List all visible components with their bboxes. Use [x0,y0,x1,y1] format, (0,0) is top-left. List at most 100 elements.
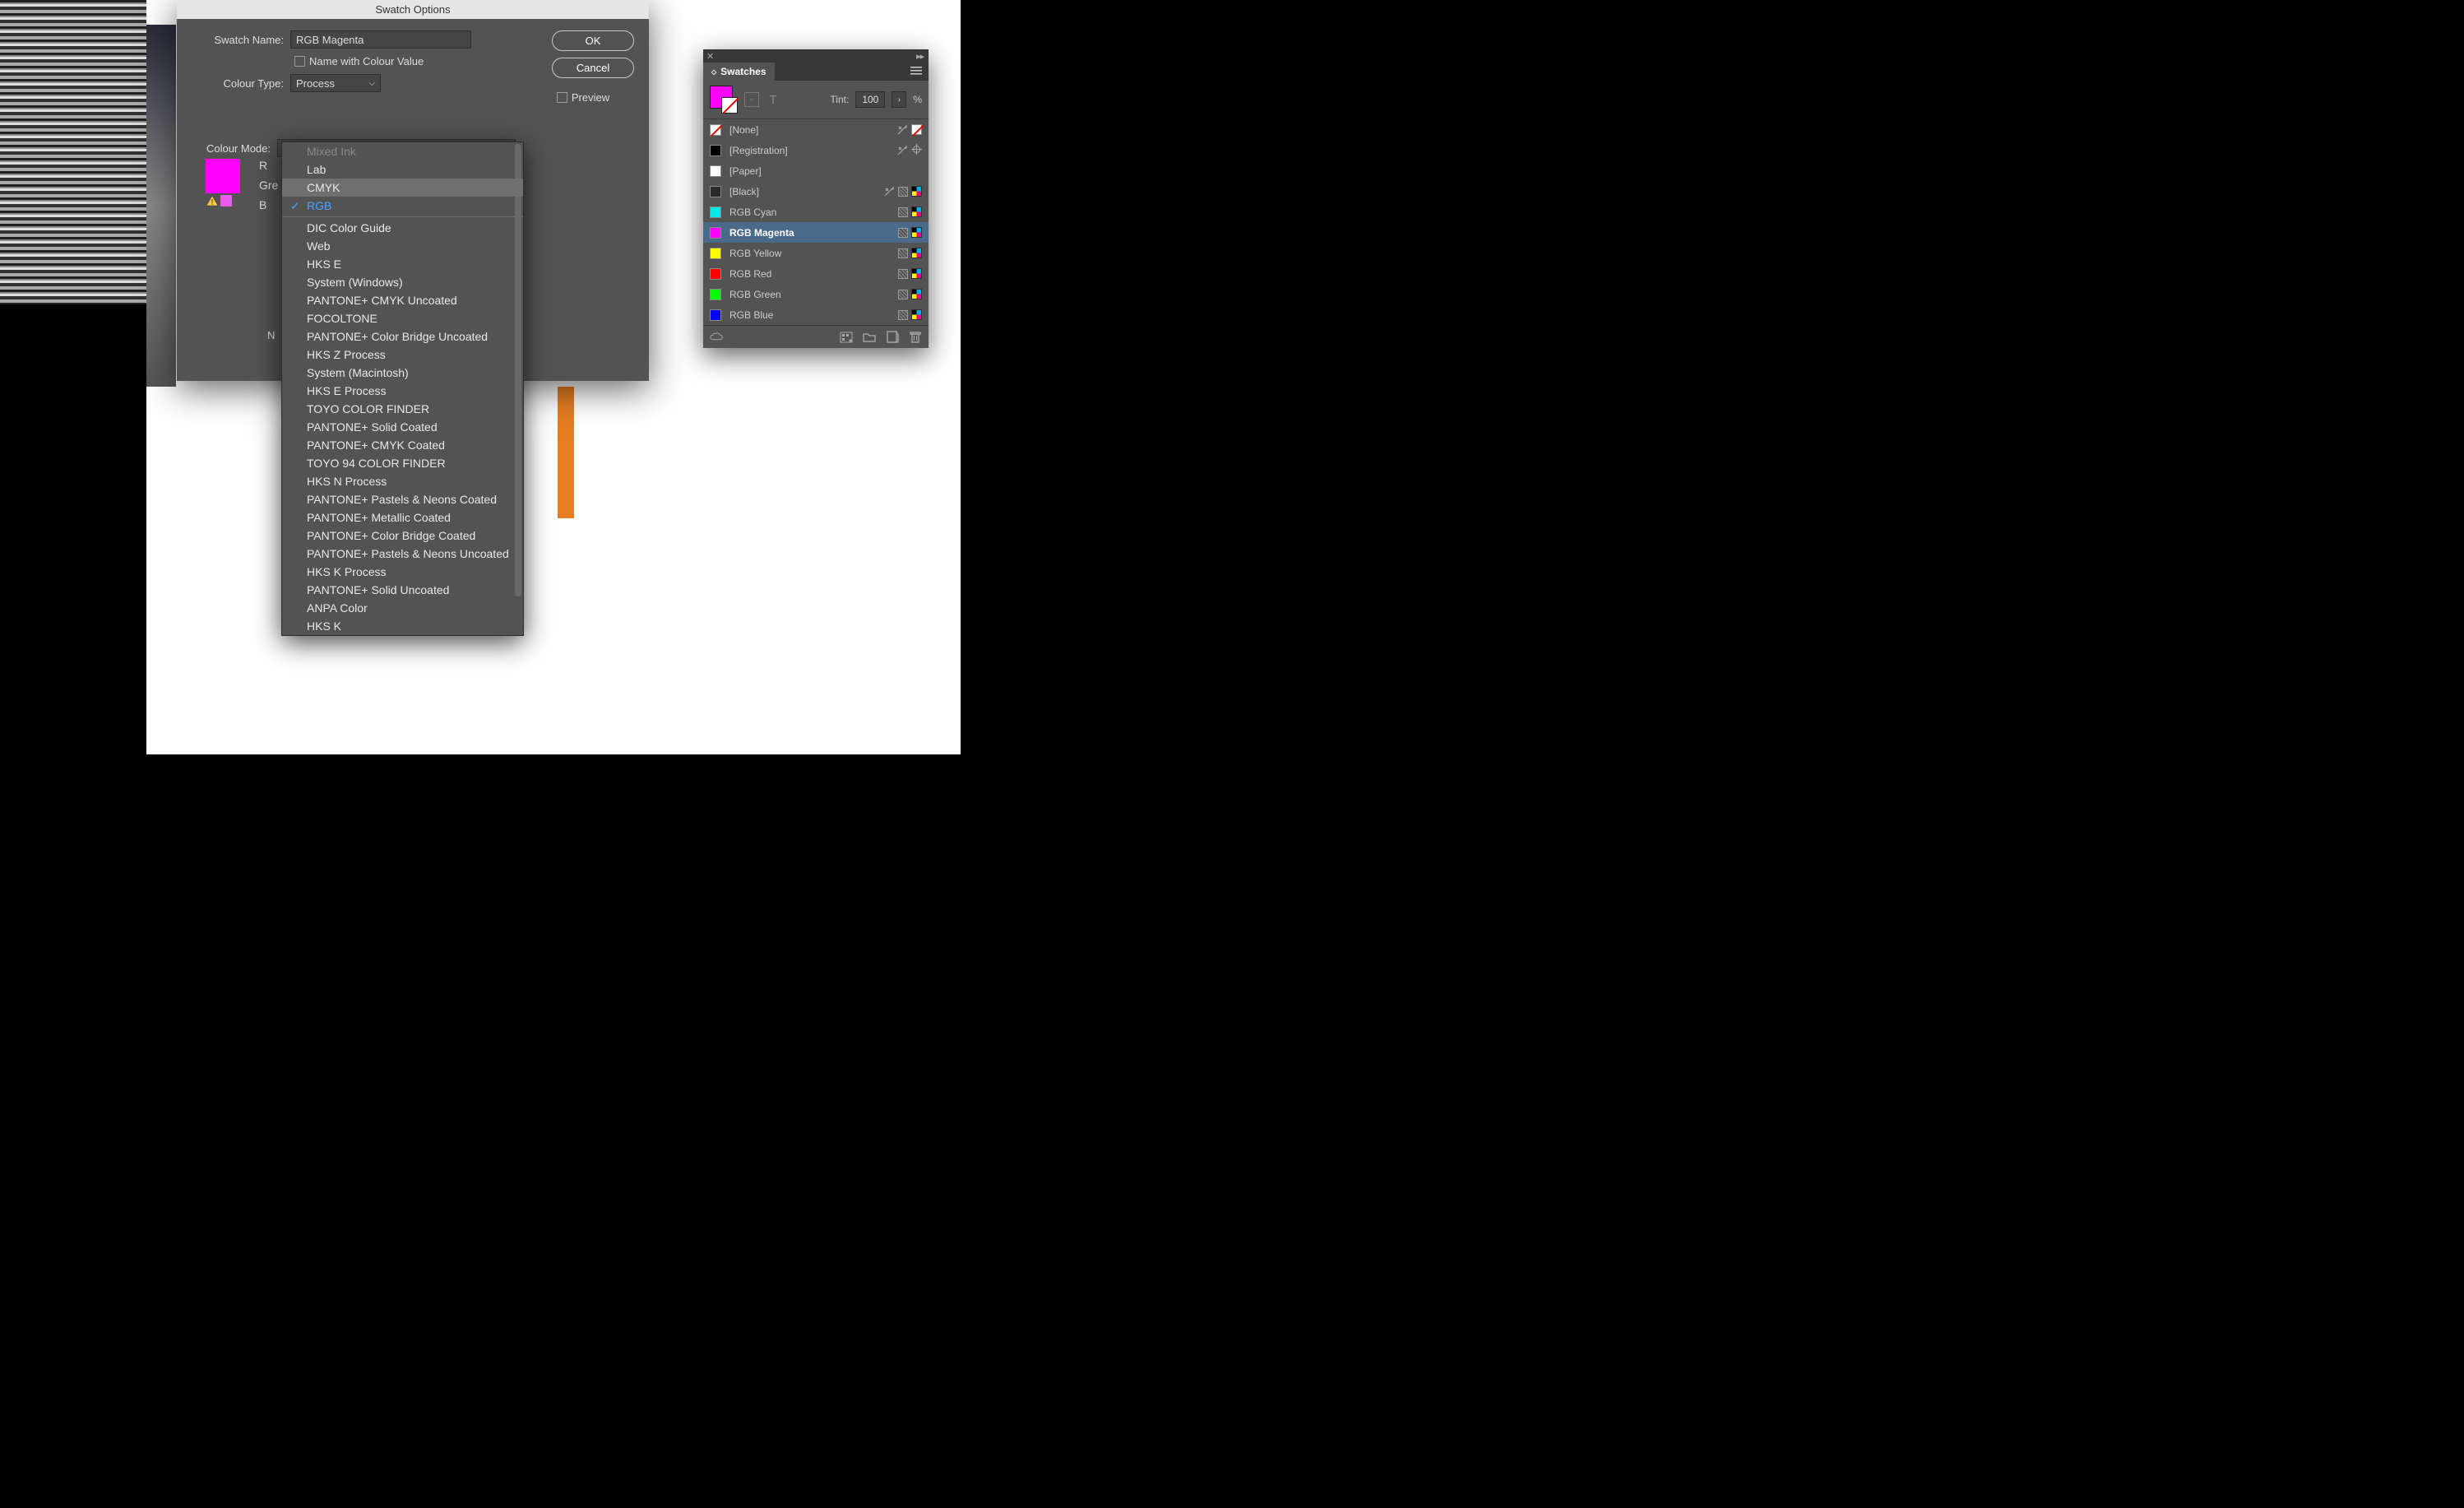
registration-icon [911,144,922,157]
colour-mode-option[interactable]: PANTONE+ CMYK Coated [282,436,523,454]
tint-input[interactable] [855,91,885,108]
swatch-row-yellow[interactable]: RGB Yellow [703,243,929,263]
colour-mode-option[interactable]: PANTONE+ Solid Uncoated [282,581,523,599]
cmyk-mode-icon [911,206,922,217]
colour-mode-option[interactable]: PANTONE+ Color Bridge Coated [282,527,523,545]
swatch-chip [710,165,721,177]
cmyk-mode-icon [911,248,922,258]
swatch-name-label: [Paper] [729,165,922,177]
colour-type-select[interactable]: Process ⌵ [290,74,381,92]
swatch-chip [710,206,721,218]
swatch-name-label: RGB Yellow [729,248,898,259]
tint-stepper[interactable]: › [892,91,906,108]
cc-libraries-icon[interactable] [710,331,723,344]
swatches-tab[interactable]: ◇ Swatches [703,63,775,81]
none-type-icon [911,124,922,135]
cmyk-mode-icon [911,186,922,197]
colour-mode-option[interactable]: HKS N Process [282,472,523,490]
swatch-row-none[interactable]: [None] [703,119,929,140]
swatch-name-label: RGB Green [729,289,898,300]
tint-unit: % [913,94,922,105]
swatch-name-input[interactable] [290,30,471,49]
panel-menu-icon[interactable] [910,66,924,78]
colour-mode-option[interactable]: HKS E [282,255,523,273]
colour-mode-dropdown[interactable]: Mixed InkLabCMYK✓RGBDIC Color GuideWebHK… [281,142,524,636]
truncated-label: N [267,329,275,341]
swatch-row-green[interactable]: RGB Green [703,284,929,304]
cmyk-mode-icon [911,268,922,279]
colour-mode-option[interactable]: ✓RGB [282,197,523,215]
background-artifact [146,25,176,387]
swatch-row-red[interactable]: RGB Red [703,263,929,284]
fill-stroke-swatch[interactable] [710,86,738,114]
colour-mode-label: Colour Mode: [178,142,277,155]
formatting-text-button[interactable]: T [766,92,780,107]
colour-mode-option[interactable]: TOYO COLOR FINDER [282,400,523,418]
swatch-row-magenta[interactable]: RGB Magenta [703,222,929,243]
swatch-row-blue[interactable]: RGB Blue [703,304,929,325]
formatting-container-button[interactable]: ▫ [744,92,759,107]
colour-mode-option[interactable]: HKS K Process [282,563,523,581]
swatch-name-label: [Registration] [729,145,896,156]
colour-mode-option[interactable]: System (Windows) [282,273,523,291]
colour-mode-option: Mixed Ink [282,142,523,160]
swatch-name-label: [None] [729,124,896,136]
delete-swatch-icon[interactable] [909,331,922,344]
swatch-chip [710,186,721,197]
colour-mode-option[interactable]: PANTONE+ Metallic Coated [282,508,523,527]
process-colour-icon [898,310,908,320]
colour-mode-option[interactable]: CMYK [282,179,523,197]
show-options-icon[interactable] [840,331,853,344]
process-colour-icon [898,248,908,258]
check-icon: ✓ [290,199,300,213]
swatch-chip [710,227,721,239]
name-with-colour-checkbox[interactable] [294,56,305,67]
swatch-name-label: [Black] [729,186,883,197]
swatch-row-reg[interactable]: [Registration] [703,140,929,160]
swatch-chip [710,268,721,280]
colour-mode-option[interactable]: PANTONE+ Solid Coated [282,418,523,436]
colour-mode-option[interactable]: PANTONE+ Pastels & Neons Uncoated [282,545,523,563]
swatch-chip [710,145,721,156]
colour-mode-option[interactable]: HKS Z Process [282,346,523,364]
swatch-chip [710,124,721,136]
process-colour-icon [898,207,908,217]
colour-mode-option[interactable]: System (Macintosh) [282,364,523,382]
cancel-button[interactable]: Cancel [552,58,634,78]
swatch-row-black[interactable]: [Black] [703,181,929,202]
swatches-panel: ✕ ▸▸ ◇ Swatches ▫ T Tint: › % [None][Reg… [703,49,929,348]
ok-button[interactable]: OK [552,30,634,51]
preview-checkbox[interactable] [557,92,567,103]
colour-mode-option[interactable]: DIC Color Guide [282,219,523,237]
dialog-title: Swatch Options [177,0,649,19]
colour-mode-option[interactable]: HKS K [282,617,523,635]
process-colour-icon [898,187,908,197]
background-artifact [558,387,574,518]
colour-mode-option[interactable]: ANPA Color [282,599,523,617]
colour-mode-option[interactable]: FOCOLTONE [282,309,523,327]
swatch-row-cyan[interactable]: RGB Cyan [703,202,929,222]
colour-mode-option[interactable]: Web [282,237,523,255]
colour-mode-option[interactable]: PANTONE+ CMYK Uncoated [282,291,523,309]
swatch-row-paper[interactable]: [Paper] [703,160,929,181]
non-editable-icon [883,186,895,197]
new-group-icon[interactable] [863,331,876,344]
new-swatch-icon[interactable] [886,331,899,344]
panel-close-icon[interactable]: ✕ [703,51,717,62]
process-colour-icon [898,228,908,238]
swatch-preview-chip [206,159,240,193]
swatch-chip [710,309,721,321]
colour-mode-option[interactable]: Lab [282,160,523,179]
non-editable-icon [896,145,908,156]
cmyk-mode-icon [911,227,922,238]
swatch-name-label: Swatch Name: [192,34,290,46]
panel-collapse-icon[interactable]: ▸▸ [911,51,929,62]
colour-mode-option[interactable]: PANTONE+ Color Bridge Uncoated [282,327,523,346]
dropdown-separator [282,216,523,217]
gamut-swatch[interactable] [220,195,232,206]
colour-mode-option[interactable]: PANTONE+ Pastels & Neons Coated [282,490,523,508]
colour-mode-option[interactable]: HKS E Process [282,382,523,400]
chevron-down-icon: ⌵ [368,79,375,88]
colour-mode-option[interactable]: TOYO 94 COLOR FINDER [282,454,523,472]
swatch-chip [710,248,721,259]
